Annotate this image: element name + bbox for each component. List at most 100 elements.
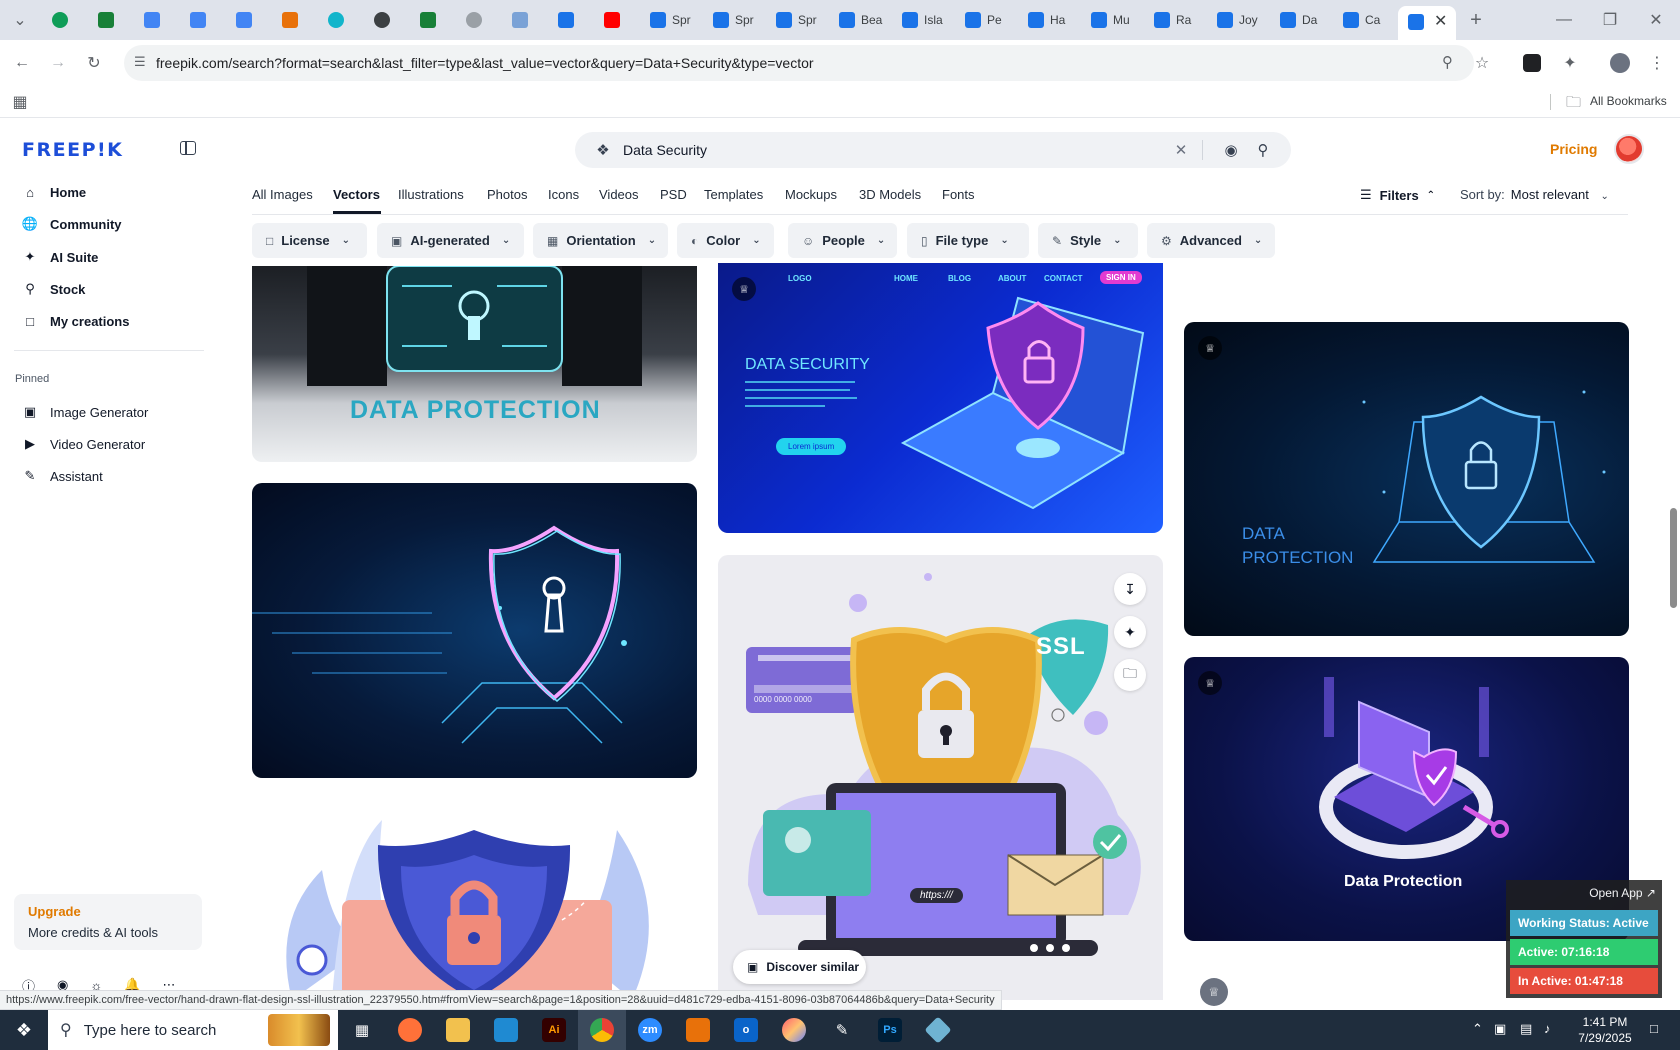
tray-chevron-icon[interactable]: ⌃ — [1472, 1021, 1483, 1037]
user-avatar[interactable] — [1614, 134, 1644, 164]
collapse-sidebar-icon[interactable] — [180, 141, 196, 155]
browser-tab[interactable]: Spr — [705, 6, 761, 34]
filters-button[interactable]: ☰ Filters ⌃ — [1360, 187, 1435, 203]
sidebar-item-image-generator[interactable]: ▣ Image Generator — [14, 397, 204, 427]
ai-search-icon[interactable]: ❖ — [593, 140, 613, 160]
extensions-puzzle-icon[interactable]: ✦ — [1556, 49, 1584, 77]
result-image-data-security-landing[interactable]: ♕ LOGO HOME BLOG ABOUT CONTACT SIGN IN D… — [718, 263, 1163, 533]
browser-tab[interactable] — [90, 6, 130, 34]
close-window-icon[interactable]: ✕ — [1642, 6, 1670, 34]
restore-icon[interactable]: ❐ — [1596, 6, 1624, 34]
browser-tab[interactable] — [44, 6, 84, 34]
sort-dropdown[interactable]: Sort by: Most relevant ⌄ — [1460, 187, 1609, 202]
browser-tab[interactable]: Isla — [894, 6, 950, 34]
task-view-icon[interactable]: ▦ — [338, 1010, 386, 1050]
page-scrollbar-thumb[interactable] — [1670, 508, 1677, 608]
all-bookmarks-link[interactable]: All Bookmarks — [1590, 94, 1667, 108]
browser-tab[interactable] — [504, 6, 544, 34]
chip-orientation[interactable]: ▦ Orientation ⌄ — [533, 223, 668, 258]
tab-psd[interactable]: PSD — [660, 187, 687, 202]
new-tab-icon[interactable]: + — [1462, 6, 1490, 34]
open-app-link[interactable]: Open App ↗ — [1589, 886, 1656, 900]
volume-icon[interactable]: ♪ — [1544, 1021, 1551, 1036]
browser-tab[interactable]: Spr — [768, 6, 824, 34]
pricing-link[interactable]: Pricing — [1550, 141, 1597, 157]
chip-license[interactable]: □ License ⌄ — [252, 223, 367, 258]
tab-illustrations[interactable]: Illustrations — [398, 187, 464, 202]
browser-tab[interactable]: Bea — [831, 6, 887, 34]
sidebar-item-ai-suite[interactable]: ✦ AI Suite — [14, 242, 204, 272]
chip-advanced[interactable]: ⚙ Advanced ⌄ — [1147, 223, 1275, 258]
clear-search-icon[interactable]: ✕ — [1171, 140, 1191, 160]
result-image-flat-shield-laptop[interactable] — [252, 800, 697, 1000]
taskbar-search[interactable]: ⚲ Type here to search — [48, 1010, 338, 1050]
extension-f-icon[interactable] — [1518, 49, 1546, 77]
browser-tab[interactable] — [412, 6, 452, 34]
browser-tab[interactable]: Mu — [1083, 6, 1139, 34]
search-submit-icon[interactable]: ⚲ — [1253, 140, 1273, 160]
orange-app-icon[interactable] — [674, 1010, 722, 1050]
sidebar-item-video-generator[interactable]: ▶ Video Generator — [14, 429, 204, 459]
premium-crown-icon[interactable]: ♕ — [1200, 978, 1228, 1006]
result-image-data-protection-laptop[interactable]: ♕ DATA PROTECTION — [1184, 322, 1629, 636]
illustrator-icon[interactable]: Ai — [530, 1010, 578, 1050]
forward-icon[interactable]: → — [44, 49, 72, 77]
save-to-collection-button[interactable]: 🗀 — [1114, 659, 1146, 691]
browser-tab[interactable]: Spr — [642, 6, 698, 34]
zoom-icon[interactable]: ⚲ — [1442, 53, 1453, 71]
search-input[interactable] — [623, 132, 1143, 168]
sidebar-item-community[interactable]: 🌐 Community — [14, 209, 204, 239]
result-image-neon-shield[interactable] — [252, 483, 697, 778]
browser-tab[interactable] — [182, 6, 222, 34]
tab-vectors[interactable]: Vectors — [333, 187, 380, 202]
browser-tab[interactable] — [366, 6, 406, 34]
result-image-ssl-illustration[interactable]: SSL 0000 0000 0000 https:/// ↧ ✦ 🗀 — [718, 555, 1163, 1000]
minimize-icon[interactable]: — — [1550, 6, 1578, 34]
download-button[interactable]: ↧ — [1114, 573, 1146, 605]
edit-ai-button[interactable]: ✦ — [1114, 616, 1146, 648]
browser-tab[interactable]: Ra — [1146, 6, 1202, 34]
sidebar-item-stock[interactable]: ⚲ Stock — [14, 274, 204, 304]
paint-icon[interactable] — [770, 1010, 818, 1050]
file-explorer-icon[interactable] — [434, 1010, 482, 1050]
browser-tab[interactable]: Da — [1272, 6, 1328, 34]
chip-people[interactable]: ☺ People ⌄ — [788, 223, 897, 258]
browser-tab-active[interactable]: ✕ — [1398, 6, 1456, 40]
outlook-icon[interactable]: o — [722, 1010, 770, 1050]
chip-style[interactable]: ✎ Style ⌄ — [1038, 223, 1138, 258]
browser-tab[interactable]: Joy — [1209, 6, 1265, 34]
profile-icon[interactable] — [1606, 49, 1634, 77]
tab-search-icon[interactable]: ⌄ — [6, 6, 34, 34]
result-image-data-protection-server[interactable]: DATA PROTECTION — [252, 266, 697, 462]
tab-videos[interactable]: Videos — [599, 187, 639, 202]
browser-tab[interactable]: Ha — [1020, 6, 1076, 34]
browser-tab[interactable] — [550, 6, 590, 34]
browser-tab[interactable] — [596, 6, 636, 34]
tab-all-images[interactable]: All Images — [252, 187, 313, 202]
site-settings-icon[interactable]: ☰ — [134, 54, 146, 70]
browser-tab[interactable] — [458, 6, 498, 34]
tab-3d-models[interactable]: 3D Models — [859, 187, 921, 202]
taskbar-clock[interactable]: 1:41 PM 7/29/2025 — [1570, 1014, 1640, 1046]
url-text[interactable]: freepik.com/search?format=search&last_fi… — [156, 55, 814, 71]
gem-app-icon[interactable] — [914, 1010, 962, 1050]
tab-photos[interactable]: Photos — [487, 187, 527, 202]
sidebar-item-assistant[interactable]: ✎ Assistant — [14, 461, 204, 491]
windows-start-icon[interactable]: ❖ — [0, 1010, 48, 1050]
tab-mockups[interactable]: Mockups — [785, 187, 837, 202]
bookmark-star-icon[interactable]: ☆ — [1468, 49, 1496, 77]
tab-templates[interactable]: Templates — [704, 187, 763, 202]
security-tray-icon[interactable]: ▣ — [1494, 1021, 1506, 1037]
discover-similar-button[interactable]: ▣ Discover similar — [733, 950, 866, 984]
browser-menu-icon[interactable]: ⋮ — [1643, 49, 1671, 77]
camera-search-icon[interactable]: ◉ — [1221, 140, 1241, 160]
pen-tool-icon[interactable]: ✎ — [818, 1010, 866, 1050]
chip-ai-generated[interactable]: ▣ AI-generated ⌄ — [377, 223, 524, 258]
browser-tab[interactable] — [228, 6, 268, 34]
network-icon[interactable]: ▤ — [1520, 1021, 1532, 1037]
browser-tab[interactable] — [136, 6, 176, 34]
upgrade-card[interactable]: Upgrade More credits & AI tools — [14, 894, 202, 950]
firefox-icon[interactable] — [386, 1010, 434, 1050]
vscode-icon[interactable] — [482, 1010, 530, 1050]
address-bar[interactable]: ☰ freepik.com/search?format=search&last_… — [124, 45, 1474, 81]
